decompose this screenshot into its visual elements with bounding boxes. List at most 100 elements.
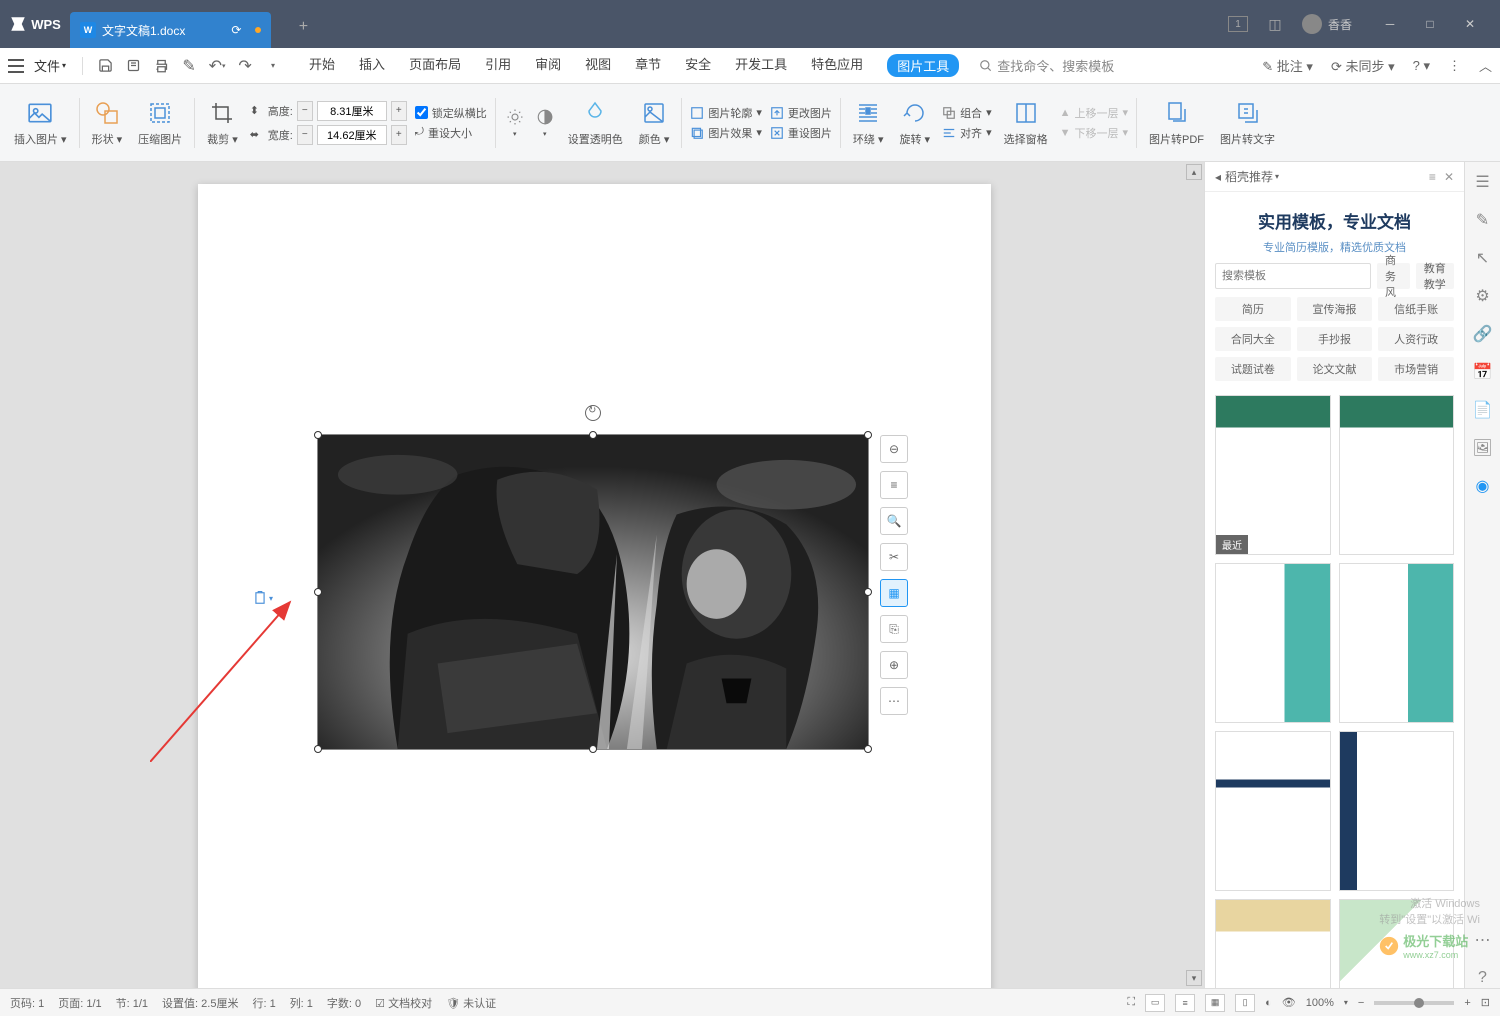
- pen-icon[interactable]: ✎: [1473, 210, 1493, 230]
- view-read-icon[interactable]: ▯: [1235, 994, 1255, 1012]
- zoom-in-icon[interactable]: +: [1464, 997, 1470, 1009]
- panel-menu-icon[interactable]: ≡: [1429, 170, 1436, 184]
- height-input[interactable]: [317, 101, 387, 121]
- document-tab[interactable]: W 文字文稿1.docx ⟳: [70, 12, 271, 48]
- float-fit-icon[interactable]: ▦: [880, 579, 908, 607]
- transparency-button[interactable]: 设置透明色: [564, 90, 627, 156]
- cat-marketing[interactable]: 市场营销: [1378, 357, 1454, 381]
- resize-handle-tl[interactable]: [314, 431, 322, 439]
- tag-business[interactable]: 商务风: [1377, 263, 1410, 289]
- template-item[interactable]: 最近: [1215, 395, 1331, 555]
- insert-image-button[interactable]: 插入图片 ▾: [10, 90, 71, 156]
- cursor-icon[interactable]: ↖: [1473, 248, 1493, 268]
- tab-sections[interactable]: 章节: [635, 54, 661, 77]
- help2-icon[interactable]: ?: [1473, 968, 1493, 988]
- crop-button[interactable]: 裁剪 ▾: [203, 90, 242, 156]
- template-item[interactable]: [1215, 899, 1331, 988]
- image-outline-button[interactable]: 图片轮廓 ▾: [690, 105, 762, 121]
- cat-resume[interactable]: 简历: [1215, 297, 1291, 321]
- brightness-button[interactable]: ▾: [504, 90, 526, 156]
- resize-handle-bm[interactable]: [589, 745, 597, 753]
- tag-education[interactable]: 教育教学: [1416, 263, 1454, 289]
- cat-letter[interactable]: 信纸手账: [1378, 297, 1454, 321]
- format-painter-icon[interactable]: ✎: [177, 54, 201, 78]
- tab-security[interactable]: 安全: [685, 54, 711, 77]
- tab-image-tools[interactable]: 图片工具: [887, 54, 959, 77]
- width-minus[interactable]: −: [297, 125, 313, 145]
- move-up-button[interactable]: ▲ 上移一层 ▾: [1060, 105, 1128, 121]
- height-minus[interactable]: −: [297, 101, 313, 121]
- tab-insert[interactable]: 插入: [359, 54, 385, 77]
- title-badge[interactable]: 1: [1228, 16, 1248, 32]
- calendar-icon[interactable]: 📅: [1473, 362, 1493, 382]
- float-paste-icon[interactable]: ⊕: [880, 651, 908, 679]
- file-menu[interactable]: 文件▾: [34, 56, 66, 75]
- user-account[interactable]: 香香: [1302, 14, 1352, 34]
- scroll-up-icon[interactable]: ▴: [1186, 164, 1202, 180]
- dropdown-icon[interactable]: ▾: [261, 54, 285, 78]
- float-crop-icon[interactable]: ✂: [880, 543, 908, 571]
- rotate-handle[interactable]: [585, 405, 601, 421]
- cat-contract[interactable]: 合同大全: [1215, 327, 1291, 351]
- color-button[interactable]: 颜色 ▾: [635, 90, 674, 156]
- resize-handle-ml[interactable]: [314, 588, 322, 596]
- align-button[interactable]: 对齐 ▾: [942, 125, 992, 141]
- view-page-icon[interactable]: ▭: [1145, 994, 1165, 1012]
- resize-handle-mr[interactable]: [864, 588, 872, 596]
- status-verification[interactable]: 🛡 未认证: [446, 995, 496, 1011]
- contrast-button[interactable]: ▾: [534, 90, 556, 156]
- selected-image[interactable]: ⊖ ≡ 🔍 ✂ ▦ ⎘ ⊕ ⋯: [317, 434, 869, 750]
- minimize-button[interactable]: ─: [1370, 8, 1410, 40]
- float-zoom-icon[interactable]: 🔍: [880, 507, 908, 535]
- tab-start[interactable]: 开始: [309, 54, 335, 77]
- template-item[interactable]: [1215, 563, 1331, 723]
- collapse-ribbon-icon[interactable]: ︿: [1479, 56, 1492, 75]
- wrap-button[interactable]: 环绕 ▾: [849, 90, 888, 156]
- document-canvas[interactable]: ⊖ ≡ 🔍 ✂ ▦ ⎘ ⊕ ⋯ ▾ ▴ ▾: [0, 162, 1204, 988]
- float-copy-icon[interactable]: ⎘: [880, 615, 908, 643]
- cat-poster[interactable]: 宣传海报: [1297, 297, 1373, 321]
- menu-icon[interactable]: ☰: [1473, 172, 1493, 192]
- cat-hr[interactable]: 人资行政: [1378, 327, 1454, 351]
- eye-care-icon[interactable]: 👁: [1282, 996, 1296, 1009]
- tab-refresh-icon[interactable]: ⟳: [231, 23, 241, 37]
- template-icon[interactable]: ◉: [1473, 476, 1493, 496]
- command-search[interactable]: 查找命令、搜索模板: [979, 56, 1114, 75]
- combine-button[interactable]: 组合 ▾: [942, 105, 992, 121]
- undo-icon[interactable]: ↶▾: [205, 54, 229, 78]
- to-text-button[interactable]: 图片转文字: [1216, 90, 1279, 156]
- apps-icon[interactable]: ◫: [1266, 15, 1284, 33]
- reset-size-button[interactable]: ⤾ 重设大小: [415, 125, 487, 141]
- paste-options-icon[interactable]: ▾: [253, 590, 273, 606]
- template-item[interactable]: [1339, 563, 1455, 723]
- tab-references[interactable]: 引用: [485, 54, 511, 77]
- width-input[interactable]: [317, 125, 387, 145]
- tab-page-layout[interactable]: 页面布局: [409, 54, 461, 77]
- cat-exam[interactable]: 试题试卷: [1215, 357, 1291, 381]
- zoom-out-icon[interactable]: −: [1358, 997, 1364, 1009]
- view-outline-icon[interactable]: ≡: [1175, 994, 1195, 1012]
- zoom-slider[interactable]: [1374, 1001, 1454, 1005]
- resize-handle-tr[interactable]: [864, 431, 872, 439]
- resize-handle-bl[interactable]: [314, 745, 322, 753]
- template-item[interactable]: [1215, 731, 1331, 891]
- more-icon[interactable]: ⋮: [1448, 58, 1461, 74]
- sync-status[interactable]: ⟳ 未同步 ▾: [1331, 56, 1395, 75]
- link-icon[interactable]: 🔗: [1473, 324, 1493, 344]
- float-collapse-icon[interactable]: ⊖: [880, 435, 908, 463]
- panel-close-icon[interactable]: ✕: [1444, 170, 1454, 184]
- move-down-button[interactable]: ▼ 下移一层 ▾: [1060, 125, 1128, 141]
- float-more-icon[interactable]: ⋯: [880, 687, 908, 715]
- gear-icon[interactable]: ⚙: [1473, 286, 1493, 306]
- lock-ratio-check[interactable]: 锁定纵横比: [415, 105, 487, 121]
- template-item[interactable]: [1339, 395, 1455, 555]
- fullscreen-icon[interactable]: ⛶: [1127, 996, 1135, 1009]
- to-pdf-button[interactable]: 图片转PDF: [1145, 90, 1208, 156]
- hamburger-icon[interactable]: [8, 59, 24, 73]
- scroll-down-icon[interactable]: ▾: [1186, 970, 1202, 986]
- height-plus[interactable]: +: [391, 101, 407, 121]
- annotate-button[interactable]: ✎ 批注 ▾: [1262, 56, 1313, 75]
- cat-newspaper[interactable]: 手抄报: [1297, 327, 1373, 351]
- print-icon[interactable]: [149, 54, 173, 78]
- maximize-button[interactable]: □: [1410, 8, 1450, 40]
